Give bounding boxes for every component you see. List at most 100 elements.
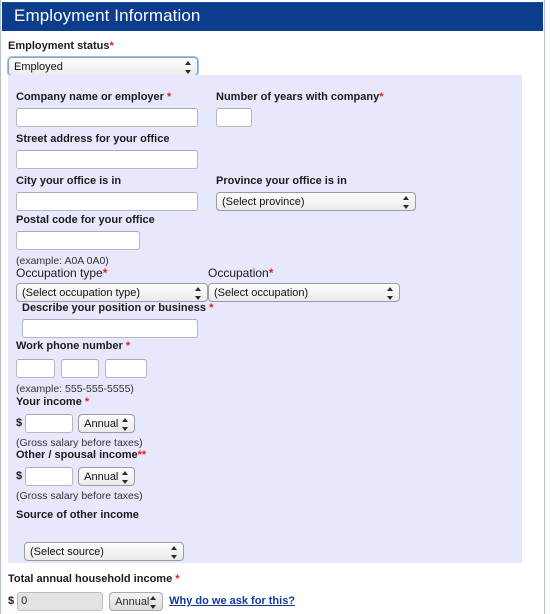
city-label: City your office is in (16, 175, 122, 187)
your-income-hint: (Gross salary before taxes) (16, 437, 143, 450)
company-name-group: Company name or employer * (16, 91, 198, 127)
occupation-type-group: Occupation type* (Select occupation type… (16, 266, 208, 302)
why-do-we-ask-link[interactable]: Why do we ask for this? (169, 591, 295, 611)
employment-information-page: Employment Information Employment status… (0, 0, 550, 614)
years-with-company-label: Number of years with company* (216, 91, 384, 104)
your-income-input[interactable] (25, 413, 74, 433)
page-title: Employment Information (14, 6, 201, 25)
describe-position-label: Describe your position or business * (22, 302, 213, 315)
source-of-other-income-select-value: (Select source) (30, 546, 104, 558)
employment-status-label: Employment status* (8, 40, 308, 53)
occupation-type-select[interactable]: (Select occupation type) (16, 283, 208, 302)
employment-status-select-value: Employed (14, 61, 63, 73)
total-household-income-input (17, 591, 104, 611)
province-label: Province your office is in (216, 175, 347, 187)
province-select[interactable]: (Select province) (216, 192, 416, 211)
company-name-label-text: Company name or employer (16, 91, 164, 103)
currency-symbol: $ (16, 470, 23, 483)
chevron-updown-icon (122, 470, 129, 484)
chevron-updown-icon (150, 595, 157, 609)
work-phone-inputs (16, 358, 147, 378)
occupation-group: Occupation* (Select occupation) (208, 266, 400, 302)
required-marker: * (167, 91, 172, 103)
total-household-income-row: $ Annual Why do we ask for this? (8, 591, 428, 611)
postal-code-label: Postal code for your office (16, 214, 155, 226)
total-household-income-frequency-value: Annual (115, 595, 150, 608)
years-with-company-input[interactable] (216, 108, 252, 127)
occupation-type-select-value: (Select occupation type) (22, 287, 141, 299)
employment-status-group: Employment status* Employed (8, 40, 308, 76)
work-phone-hint: (example: 555-555-5555) (16, 383, 134, 395)
required-marker: * (109, 40, 114, 52)
page-border-left (0, 0, 1, 614)
work-phone-group: Work phone number * (example: 555-555-55… (16, 340, 147, 395)
postal-code-input[interactable] (16, 231, 140, 250)
required-marker: * (379, 91, 384, 103)
occupation-type-label-text: Occupation type (16, 266, 103, 280)
currency-symbol: $ (16, 417, 23, 430)
chevron-updown-icon (403, 196, 410, 209)
source-of-other-income-label: Source of other income (16, 509, 139, 521)
required-marker: * (209, 302, 214, 314)
describe-position-input[interactable] (22, 319, 198, 338)
other-income-label: Other / spousal income** (16, 449, 146, 462)
work-phone-label-text: Work phone number (16, 340, 123, 352)
source-of-other-income-group: Source of other income (Select source) (16, 509, 184, 561)
occupation-select[interactable]: (Select occupation) (208, 283, 400, 302)
required-marker: ** (137, 449, 147, 461)
describe-position-label-text: Describe your position or business (22, 302, 206, 314)
work-phone-label: Work phone number * (16, 340, 147, 353)
occupation-select-value: (Select occupation) (214, 287, 309, 299)
street-address-group: Street address for your office (16, 133, 198, 169)
occupation-label-text: Occupation (208, 266, 269, 280)
occupation-label: Occupation* (208, 266, 400, 280)
other-income-hint: (Gross salary before taxes) (16, 490, 143, 503)
chevron-updown-icon (185, 61, 192, 74)
company-name-input[interactable] (16, 108, 198, 127)
other-income-frequency-value: Annual (84, 470, 119, 483)
total-household-income-frequency-select: Annual (109, 591, 164, 611)
street-address-label: Street address for your office (16, 133, 170, 145)
city-input[interactable] (16, 192, 198, 211)
your-income-frequency-select[interactable]: Annual (78, 413, 136, 433)
required-marker: * (102, 266, 108, 280)
total-household-income-label-text: Total annual household income (8, 573, 173, 585)
total-household-income-group: Total annual household income * $ Annual W… (8, 573, 428, 611)
total-household-income-label: Total annual household income * (8, 573, 428, 586)
postal-code-group: Postal code for your office (example: A0… (16, 214, 155, 267)
other-income-frequency-select[interactable]: Annual (78, 466, 136, 486)
your-income-label: Your income * (16, 396, 143, 409)
your-income-row: $ Annual (16, 413, 143, 433)
work-phone-prefix-input[interactable] (61, 358, 99, 378)
employment-details-panel: Company name or employer * Number of yea… (8, 75, 522, 563)
chevron-updown-icon (171, 546, 178, 559)
chevron-updown-icon (195, 287, 202, 300)
page-border-right (544, 0, 545, 614)
other-income-label-text: Other / spousal income (16, 449, 138, 461)
city-group: City your office is in (16, 175, 198, 211)
street-address-input[interactable] (16, 150, 198, 169)
required-marker: * (84, 396, 90, 408)
years-with-company-label-text: Number of years with company (216, 91, 380, 103)
your-income-frequency-value: Annual (84, 417, 119, 430)
occupation-type-label: Occupation type* (16, 266, 208, 280)
section-header-bar: Employment Information (2, 2, 543, 31)
describe-position-group: Describe your position or business * (22, 302, 213, 338)
company-name-label: Company name or employer * (16, 91, 198, 104)
work-phone-line-input[interactable] (105, 358, 147, 378)
years-with-company-group: Number of years with company* (216, 91, 384, 127)
required-marker: * (175, 573, 180, 585)
other-income-input[interactable] (25, 466, 74, 486)
other-income-row: $ Annual (16, 466, 146, 486)
province-select-value: (Select province) (222, 196, 305, 208)
employment-status-select[interactable]: Employed (8, 57, 198, 76)
required-marker: * (268, 266, 274, 280)
work-phone-area-code-input[interactable] (16, 358, 55, 378)
required-marker: * (125, 340, 131, 352)
your-income-label-text: Your income (16, 396, 82, 408)
chevron-updown-icon (387, 287, 394, 300)
currency-symbol: $ (8, 595, 15, 608)
province-group: Province your office is in (Select provi… (216, 175, 416, 211)
other-income-group: Other / spousal income** $ Annual (Gross … (16, 449, 146, 502)
source-of-other-income-select[interactable]: (Select source) (24, 542, 184, 561)
